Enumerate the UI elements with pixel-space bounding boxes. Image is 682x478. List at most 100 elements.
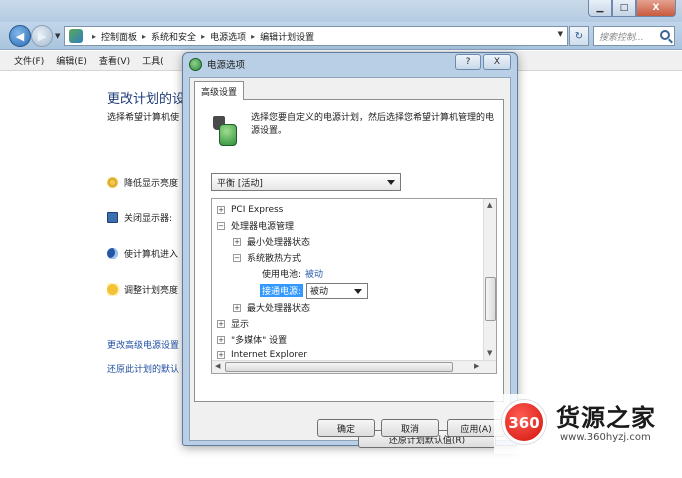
breadcrumb-edit-plan[interactable]: 编辑计划设置 bbox=[260, 30, 314, 43]
selected-plan: 平衡 [活动] bbox=[217, 178, 263, 189]
tree-item-label: "多媒体" 设置 bbox=[231, 336, 288, 346]
arrow-left-icon: ◀ bbox=[15, 29, 25, 43]
control-panel-icon bbox=[69, 29, 83, 43]
battery-icon bbox=[219, 124, 237, 146]
setting-label: 降低显示亮度 bbox=[124, 179, 179, 189]
sun-icon bbox=[107, 284, 118, 295]
expand-icon[interactable]: + bbox=[217, 335, 225, 344]
scroll-thumb[interactable] bbox=[225, 362, 453, 372]
refresh-button[interactable]: ↻ bbox=[569, 26, 589, 46]
dialog-title: 电源选项 bbox=[207, 60, 246, 71]
plugged-in-value: 被动 bbox=[310, 287, 329, 297]
breadcrumb-control-panel[interactable]: 控制面板 bbox=[101, 30, 137, 43]
tree-item-label: 最小处理器状态 bbox=[247, 238, 311, 248]
settings-tree: + PCI Express − 处理器电源管理 + 最小处理器状态 − 系统散热… bbox=[211, 198, 497, 374]
tree-item-label: Internet Explorer bbox=[231, 349, 308, 360]
chevron-right-icon[interactable]: ▸ bbox=[142, 32, 146, 41]
setting-row-display-off: 关闭显示器: bbox=[107, 211, 185, 224]
menu-tools[interactable]: 工具( bbox=[142, 54, 164, 67]
advanced-settings-panel: 选择您要自定义的电源计划，然后选择您希望计算机管理的电源设置。 平衡 [活动] … bbox=[194, 99, 504, 402]
plugged-in-select[interactable]: 被动 bbox=[306, 282, 369, 299]
restore-defaults-link[interactable]: 还原此计划的默认 bbox=[107, 362, 185, 375]
tree-item-label: 系统散热方式 bbox=[247, 254, 302, 264]
menu-edit[interactable]: 编辑(E) bbox=[56, 54, 87, 67]
search-icon[interactable] bbox=[660, 30, 670, 40]
minimize-button[interactable]: ▁ bbox=[588, 0, 612, 17]
horizontal-scrollbar[interactable]: ◀ ▶ bbox=[212, 360, 496, 373]
advanced-settings-link[interactable]: 更改高级电源设置 bbox=[107, 338, 185, 351]
tree-item-on-battery[interactable]: 使用电池: 被动 bbox=[262, 266, 323, 281]
expand-icon[interactable]: + bbox=[233, 303, 241, 312]
sleep-icon bbox=[107, 248, 118, 259]
back-button[interactable]: ◀ bbox=[9, 25, 31, 47]
watermark-name: 货源之家 bbox=[556, 404, 656, 432]
close-button[interactable]: X bbox=[636, 0, 676, 17]
collapse-icon[interactable]: − bbox=[217, 221, 225, 230]
tree-item-pci-express[interactable]: + PCI Express bbox=[217, 202, 283, 217]
dialog-close-button[interactable]: X bbox=[483, 54, 511, 70]
tree-item-label: 显示 bbox=[231, 320, 250, 330]
setting-label: 使计算机进入 bbox=[124, 250, 179, 260]
tree-item-label: 接通电源: bbox=[260, 284, 304, 297]
maximize-button[interactable]: □ bbox=[612, 0, 636, 17]
tree-item-label: 处理器电源管理 bbox=[231, 222, 295, 232]
menu-file[interactable]: 文件(F) bbox=[14, 54, 44, 67]
tree-item-min-processor[interactable]: + 最小处理器状态 bbox=[233, 234, 310, 249]
on-battery-value[interactable]: 被动 bbox=[305, 267, 323, 280]
history-dropdown-icon[interactable]: ▼ bbox=[55, 32, 60, 40]
setting-row-sleep: 使计算机进入 bbox=[107, 247, 185, 260]
expand-icon[interactable]: + bbox=[233, 237, 241, 246]
expand-icon[interactable]: + bbox=[217, 350, 225, 359]
monitor-icon bbox=[107, 212, 118, 223]
power-plan-icon bbox=[211, 116, 241, 146]
vertical-scrollbar[interactable]: ▲ ▼ bbox=[483, 199, 496, 361]
tree-item-multimedia[interactable]: + "多媒体" 设置 bbox=[217, 332, 287, 347]
tab-advanced-settings[interactable]: 高级设置 bbox=[194, 81, 245, 100]
power-icon bbox=[189, 57, 202, 71]
address-field[interactable]: ▸ 控制面板 ▸ 系统和安全 ▸ 电源选项 ▸ 编辑计划设置 ▼ bbox=[64, 26, 568, 46]
tree-item-cooling-policy[interactable]: − 系统散热方式 bbox=[233, 250, 301, 265]
expand-icon[interactable]: + bbox=[217, 319, 225, 328]
scroll-right-icon[interactable]: ▶ bbox=[474, 362, 479, 370]
window-titlebar: ▁ □ X bbox=[0, 0, 682, 22]
scroll-left-icon[interactable]: ◀ bbox=[215, 362, 220, 370]
page-title: 更改计划的设 bbox=[107, 92, 185, 107]
tree-item-max-processor[interactable]: + 最大处理器状态 bbox=[233, 300, 310, 315]
tree-item-plugged-in[interactable]: 接通电源: 被动 bbox=[260, 282, 369, 299]
scroll-thumb[interactable] bbox=[485, 277, 496, 321]
tree-item-processor-power[interactable]: − 处理器电源管理 bbox=[217, 218, 294, 233]
setting-label: 调整计划亮度 bbox=[124, 286, 179, 296]
tree-item-display[interactable]: + 显示 bbox=[217, 316, 249, 331]
panel-description: 选择您要自定义的电源计划，然后选择您希望计算机管理的电源设置。 bbox=[251, 113, 495, 136]
address-dropdown-icon[interactable]: ▼ bbox=[558, 30, 563, 38]
scroll-down-icon[interactable]: ▼ bbox=[487, 349, 492, 357]
help-button[interactable]: ? bbox=[455, 54, 481, 70]
tree-item-label: 最大处理器状态 bbox=[247, 304, 311, 314]
setting-row-brightness: 降低显示亮度 bbox=[107, 176, 185, 189]
power-options-dialog: 电源选项 ? X 高级设置 选择您要自定义的电源计划，然后选择您希望计算机管理的… bbox=[182, 52, 518, 448]
collapse-icon[interactable]: − bbox=[233, 253, 241, 262]
setting-label: 关闭显示器: bbox=[124, 214, 173, 224]
menu-view[interactable]: 查看(V) bbox=[99, 54, 130, 67]
ok-button[interactable]: 确定 bbox=[317, 419, 375, 437]
forward-button[interactable]: ▶ bbox=[31, 25, 53, 47]
tree-item-label: PCI Express bbox=[231, 204, 284, 215]
cancel-button[interactable]: 取消 bbox=[381, 419, 439, 437]
brightness-icon bbox=[107, 177, 118, 188]
breadcrumb-system-security[interactable]: 系统和安全 bbox=[151, 30, 196, 43]
tree-item-label: 使用电池: bbox=[262, 270, 302, 280]
caption-buttons: ▁ □ X bbox=[588, 0, 676, 17]
address-bar: ◀ ▶ ▼ ▸ 控制面板 ▸ 系统和安全 ▸ 电源选项 ▸ 编辑计划设置 ▼ ↻… bbox=[0, 22, 682, 50]
power-plan-select[interactable]: 平衡 [活动] bbox=[211, 173, 401, 191]
chevron-right-icon[interactable]: ▸ bbox=[92, 32, 96, 41]
chevron-right-icon[interactable]: ▸ bbox=[251, 32, 255, 41]
watermark-logo: 360 bbox=[502, 400, 546, 444]
arrow-right-icon: ▶ bbox=[37, 29, 47, 43]
search-input[interactable]: 搜索控制... bbox=[593, 26, 675, 46]
expand-icon[interactable]: + bbox=[217, 205, 225, 214]
chevron-right-icon[interactable]: ▸ bbox=[201, 32, 205, 41]
dialog-body: 高级设置 选择您要自定义的电源计划，然后选择您希望计算机管理的电源设置。 平衡 … bbox=[189, 77, 511, 448]
scroll-up-icon[interactable]: ▲ bbox=[487, 201, 492, 209]
page-subtitle: 选择希望计算机使 bbox=[107, 113, 180, 123]
breadcrumb-power-options[interactable]: 电源选项 bbox=[210, 30, 246, 43]
